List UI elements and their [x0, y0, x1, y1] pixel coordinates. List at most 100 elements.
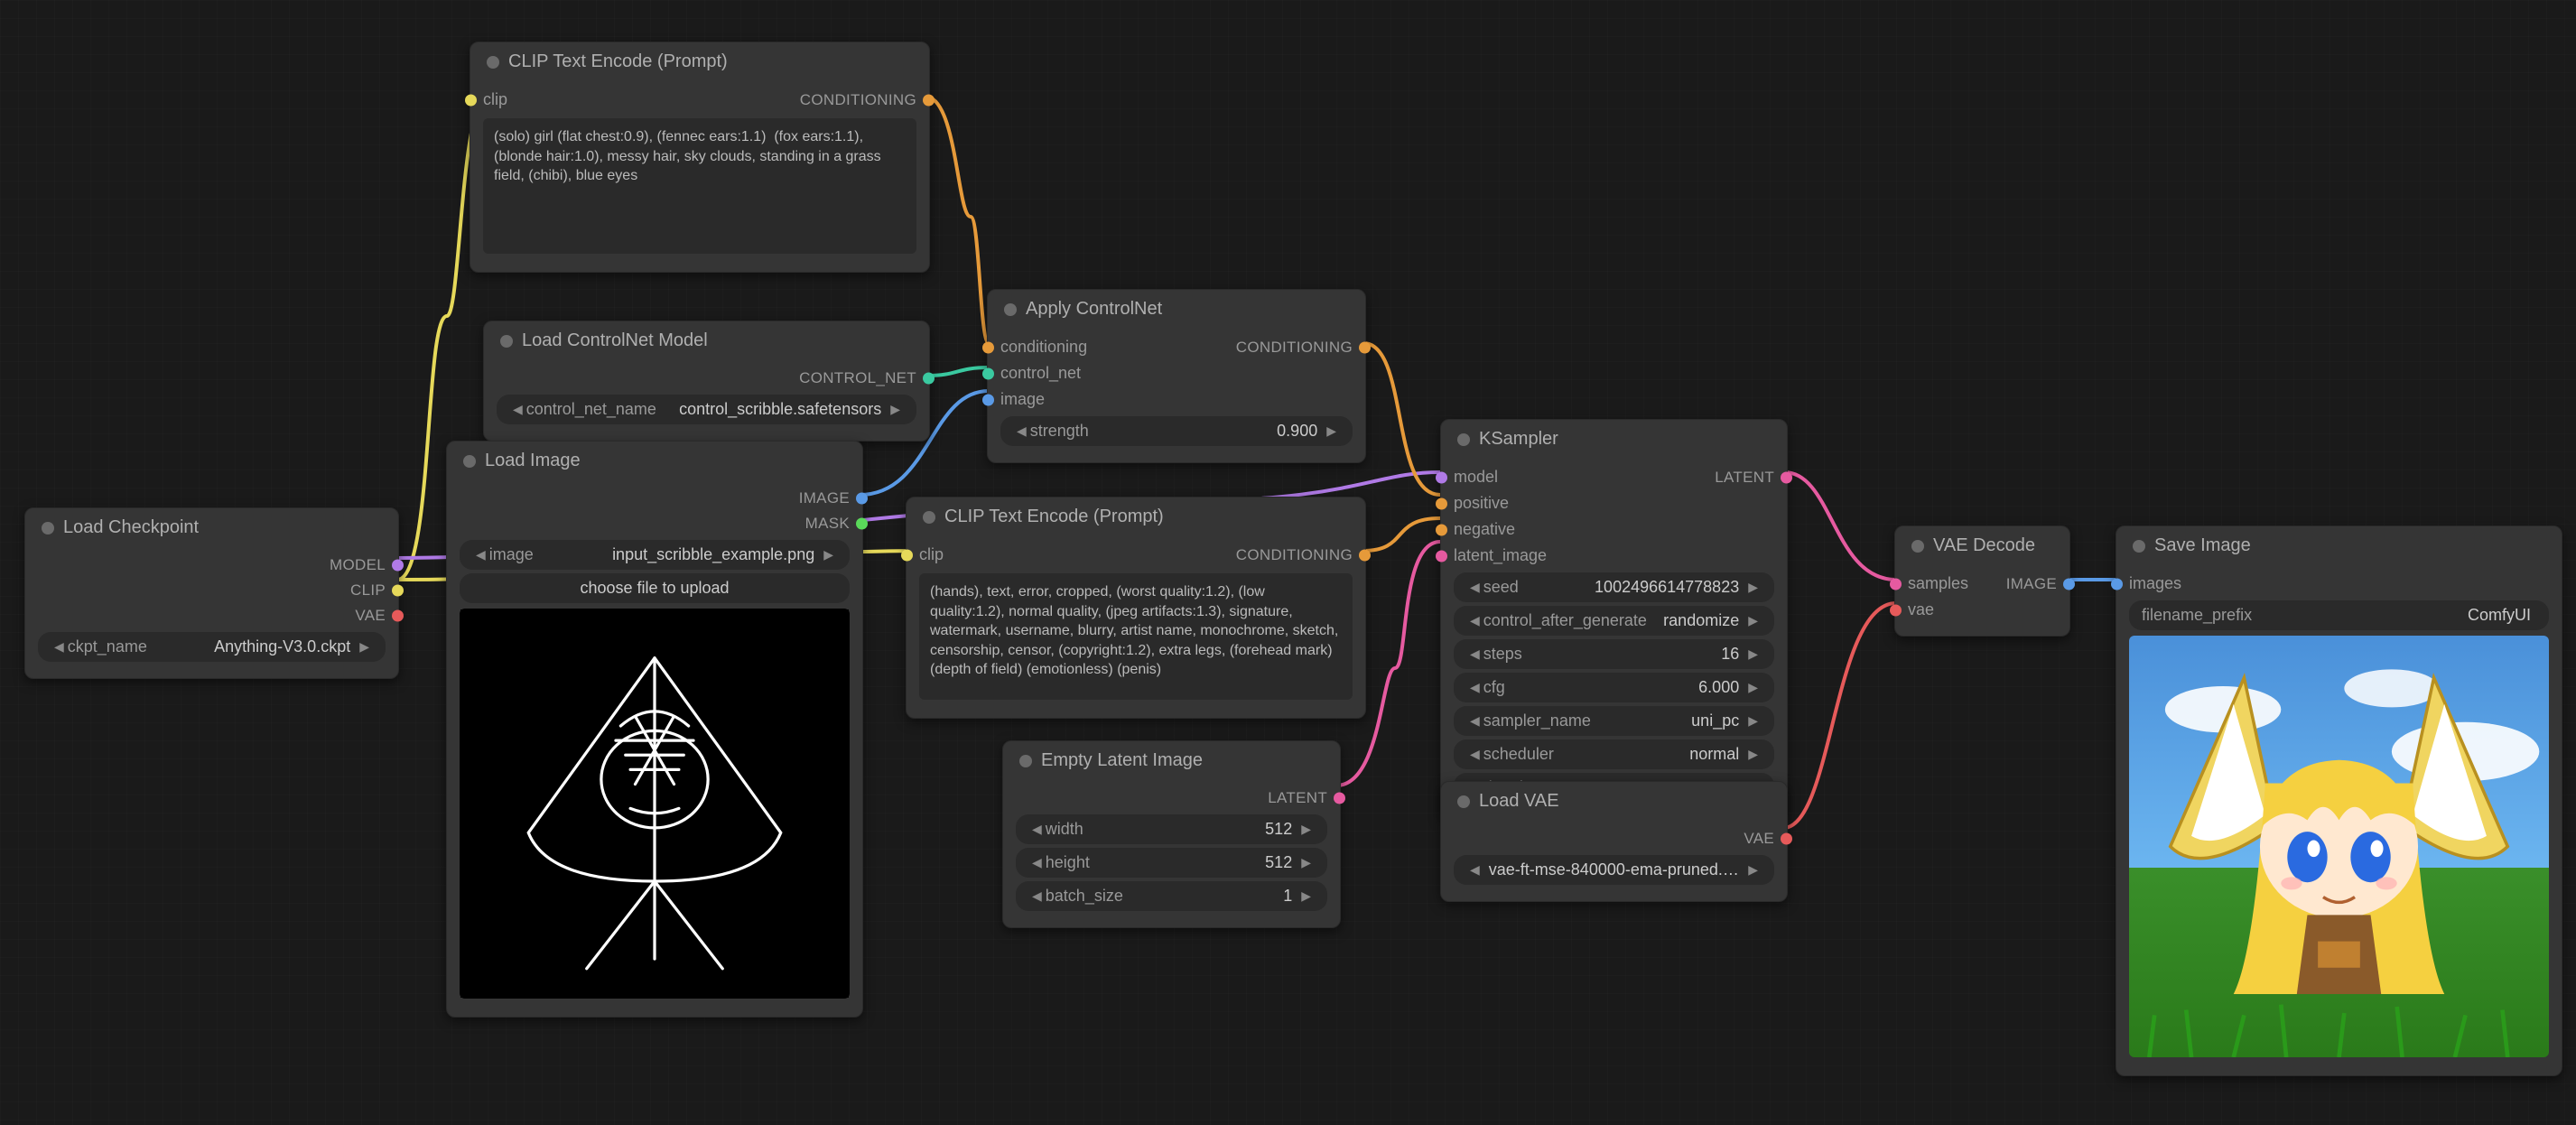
combo-control-after-generate[interactable]: ◀control_after_generaterandomize▶ [1454, 606, 1774, 636]
collapse-icon[interactable] [923, 511, 935, 524]
arrow-right-icon[interactable]: ▶ [1323, 423, 1340, 439]
prompt-textarea[interactable]: (solo) girl (flat chest:0.9), (fennec ea… [483, 118, 916, 254]
node-load-vae[interactable]: Load VAE VAE ◀vae-ft-mse-840000-ema-prun… [1440, 781, 1788, 902]
arrow-right-icon[interactable]: ▶ [1744, 862, 1762, 878]
combo-scheduler[interactable]: ◀schedulernormal▶ [1454, 739, 1774, 769]
arrow-left-icon[interactable]: ◀ [1028, 822, 1046, 837]
port-dot[interactable] [1781, 833, 1792, 845]
port-dot[interactable] [856, 493, 868, 505]
node-title: Apply ControlNet [1026, 299, 1162, 320]
arrow-left-icon[interactable]: ◀ [1013, 423, 1030, 439]
combo-controlnet-name[interactable]: ◀control_net_namecontrol_scribble.safete… [497, 395, 916, 424]
arrow-left-icon[interactable]: ◀ [509, 402, 526, 417]
node-clip-text-encode-negative[interactable]: CLIP Text Encode (Prompt) clipCONDITIONI… [906, 497, 1366, 719]
arrow-left-icon[interactable]: ◀ [472, 547, 489, 562]
number-seed[interactable]: ◀seed1002496614778823▶ [1454, 572, 1774, 602]
node-vae-decode[interactable]: VAE Decode samplesIMAGE vae [1894, 525, 2070, 637]
combo-sampler-name[interactable]: ◀sampler_nameuni_pc▶ [1454, 706, 1774, 736]
arrow-right-icon[interactable]: ▶ [1297, 822, 1315, 837]
output-clip: CLIP [350, 581, 386, 600]
port-dot[interactable] [1436, 497, 1447, 509]
arrow-right-icon[interactable]: ▶ [1744, 613, 1762, 628]
image-preview [460, 609, 850, 999]
arrow-right-icon[interactable]: ▶ [1744, 747, 1762, 762]
port-dot[interactable] [2063, 578, 2075, 590]
output-conditioning: CONDITIONING [1236, 546, 1353, 564]
arrow-left-icon[interactable]: ◀ [1028, 888, 1046, 904]
arrow-right-icon[interactable]: ▶ [356, 639, 373, 655]
collapse-icon[interactable] [1911, 540, 1924, 553]
arrow-left-icon[interactable]: ◀ [1466, 862, 1483, 878]
collapse-icon[interactable] [42, 522, 54, 535]
collapse-icon[interactable] [1457, 433, 1470, 446]
collapse-icon[interactable] [463, 455, 476, 468]
node-clip-text-encode-positive[interactable]: CLIP Text Encode (Prompt) clipCONDITIONI… [470, 42, 930, 273]
arrow-right-icon[interactable]: ▶ [1744, 580, 1762, 595]
node-save-image[interactable]: Save Image images filename_prefixComfyUI [2116, 525, 2562, 1076]
arrow-left-icon[interactable]: ◀ [1466, 747, 1483, 762]
port-dot[interactable] [1890, 604, 1902, 616]
port-dot[interactable] [392, 610, 404, 622]
node-apply-controlnet[interactable]: Apply ControlNet conditioning CONDITIONIN… [987, 289, 1366, 463]
arrow-right-icon[interactable]: ▶ [1297, 888, 1315, 904]
number-batch-size[interactable]: ◀batch_size1▶ [1016, 881, 1327, 911]
number-height[interactable]: ◀height512▶ [1016, 848, 1327, 878]
number-steps[interactable]: ◀steps16▶ [1454, 639, 1774, 669]
port-dot[interactable] [856, 518, 868, 530]
node-load-checkpoint[interactable]: Load Checkpoint MODEL CLIP VAE ◀ckpt_nam… [24, 507, 399, 679]
number-strength[interactable]: ◀strength0.900▶ [1000, 416, 1353, 446]
port-dot[interactable] [1436, 550, 1447, 562]
text-filename-prefix[interactable]: filename_prefixComfyUI [2129, 600, 2549, 630]
port-dot[interactable] [2111, 578, 2123, 590]
arrow-right-icon[interactable]: ▶ [1297, 855, 1315, 870]
combo-ckpt-name[interactable]: ◀ckpt_nameAnything-V3.0.ckpt▶ [38, 632, 386, 662]
port-dot[interactable] [465, 94, 477, 106]
collapse-icon[interactable] [1457, 795, 1470, 808]
arrow-right-icon[interactable]: ▶ [1744, 713, 1762, 729]
collapse-icon[interactable] [2133, 540, 2145, 553]
arrow-left-icon[interactable]: ◀ [51, 639, 68, 655]
node-load-image[interactable]: Load Image IMAGE MASK ◀imageinput_scribb… [446, 441, 863, 1018]
port-dot[interactable] [982, 394, 994, 405]
arrow-left-icon[interactable]: ◀ [1466, 613, 1483, 628]
port-dot[interactable] [1436, 471, 1447, 483]
collapse-icon[interactable] [1004, 303, 1017, 316]
number-cfg[interactable]: ◀cfg6.000▶ [1454, 673, 1774, 702]
node-load-controlnet-model[interactable]: Load ControlNet Model CONTROL_NET ◀contr… [483, 321, 930, 442]
port-dot[interactable] [1334, 793, 1345, 804]
port-dot[interactable] [923, 373, 935, 385]
port-dot[interactable] [1890, 578, 1902, 590]
upload-button[interactable]: choose file to upload [460, 573, 850, 603]
arrow-left-icon[interactable]: ◀ [1466, 580, 1483, 595]
input-conditioning: conditioning [1000, 338, 1087, 357]
arrow-left-icon[interactable]: ◀ [1466, 713, 1483, 729]
arrow-right-icon[interactable]: ▶ [887, 402, 904, 417]
node-empty-latent-image[interactable]: Empty Latent Image LATENT ◀width512▶ ◀he… [1002, 740, 1341, 928]
port-dot[interactable] [1436, 524, 1447, 535]
port-dot[interactable] [1359, 549, 1371, 561]
arrow-right-icon[interactable]: ▶ [1744, 646, 1762, 662]
arrow-left-icon[interactable]: ◀ [1028, 855, 1046, 870]
port-dot[interactable] [1781, 471, 1792, 483]
node-title: Save Image [2154, 535, 2251, 556]
node-ksampler[interactable]: KSampler modelLATENT positive negative l… [1440, 419, 1788, 820]
arrow-left-icon[interactable]: ◀ [1466, 680, 1483, 695]
collapse-icon[interactable] [1019, 755, 1032, 767]
output-conditioning: CONDITIONING [1236, 339, 1353, 357]
prompt-textarea[interactable]: (hands), text, error, cropped, (worst qu… [919, 573, 1353, 700]
port-dot[interactable] [982, 341, 994, 353]
port-dot[interactable] [392, 585, 404, 597]
number-width[interactable]: ◀width512▶ [1016, 814, 1327, 844]
arrow-right-icon[interactable]: ▶ [820, 547, 837, 562]
combo-vae-name[interactable]: ◀vae-ft-mse-840000-ema-pruned.safetensor… [1454, 855, 1774, 885]
combo-image[interactable]: ◀imageinput_scribble_example.png▶ [460, 540, 850, 570]
collapse-icon[interactable] [487, 56, 499, 69]
port-dot[interactable] [982, 367, 994, 379]
port-dot[interactable] [923, 94, 935, 106]
port-dot[interactable] [1359, 341, 1371, 353]
port-dot[interactable] [392, 560, 404, 572]
port-dot[interactable] [901, 549, 913, 561]
arrow-left-icon[interactable]: ◀ [1466, 646, 1483, 662]
arrow-right-icon[interactable]: ▶ [1744, 680, 1762, 695]
collapse-icon[interactable] [500, 335, 513, 348]
